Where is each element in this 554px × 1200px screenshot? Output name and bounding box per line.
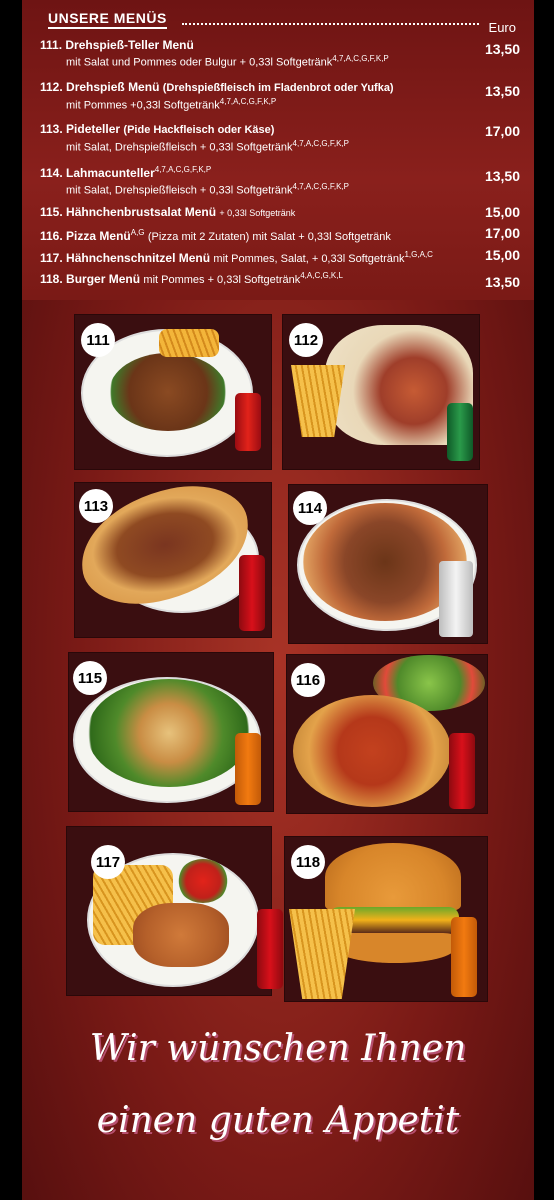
- chicken-salad-food: [87, 679, 251, 787]
- price: 15,00: [484, 204, 520, 220]
- photo-badge: 117: [91, 845, 125, 879]
- menu-item-111: 111. Drehspieß-Teller Menü mit Salat und…: [40, 38, 520, 69]
- photo-badge: 111: [81, 323, 115, 357]
- menu-item-117: 117. Hähnchenschnitzel Menü mit Pommes, …: [40, 247, 520, 265]
- pizza-food: [293, 695, 451, 807]
- photo-115: 115: [68, 652, 274, 812]
- photo-badge: 116: [291, 663, 325, 697]
- fries: [289, 909, 355, 999]
- photo-118: 118: [284, 836, 488, 1002]
- price: 13,50: [484, 41, 520, 57]
- menu-item-112: 112. Drehspieß Menü (Drehspießfleisch im…: [40, 80, 520, 112]
- photo-113: 113: [69, 474, 272, 638]
- photo-117: 117: [66, 826, 283, 996]
- photo-112: 112: [282, 314, 480, 470]
- coke-can: [449, 733, 475, 809]
- photo-badge: 113: [79, 489, 113, 523]
- fries: [159, 329, 219, 357]
- tomato-salad: [177, 859, 229, 903]
- sprite-can: [447, 403, 473, 461]
- menu-item-113: 113. Pideteller (Pide Hackfleisch oder K…: [40, 122, 520, 154]
- title-dots: [182, 23, 479, 25]
- coke-can: [239, 555, 265, 631]
- schnitzel-food: [133, 903, 229, 967]
- burger-bun: [325, 843, 461, 911]
- menu-page: UNSERE MENÜS Euro 111. Drehspieß-Teller …: [22, 0, 534, 1200]
- doner-food: [109, 353, 227, 431]
- photo-badge: 115: [73, 661, 107, 695]
- photo-116: 116: [286, 654, 488, 814]
- price: 13,50: [484, 83, 520, 99]
- menu-title: UNSERE MENÜS: [48, 10, 167, 29]
- photo-badge: 118: [291, 845, 325, 879]
- menu-item-116: 116. Pizza MenüA,G (Pizza mit 2 Zutaten)…: [40, 225, 520, 243]
- mezzo-mix-can: [235, 393, 261, 451]
- price: 17,00: [484, 225, 520, 241]
- price: 17,00: [484, 123, 520, 139]
- photo-badge: 114: [293, 491, 327, 525]
- closing-line-1: Wir wünschen Ihnen: [89, 1028, 467, 1069]
- photo-111: 111: [74, 314, 272, 470]
- menu-header: UNSERE MENÜS Euro 111. Drehspieß-Teller …: [22, 0, 534, 300]
- photo-badge: 112: [289, 323, 323, 357]
- currency-label: Euro: [488, 20, 516, 35]
- price: 15,00: [484, 247, 520, 263]
- burger-bottom: [335, 933, 455, 963]
- photo-114: 114: [288, 484, 488, 644]
- closing-line-2: einen guten Appetit: [96, 1100, 460, 1141]
- fanta-can: [235, 733, 261, 805]
- coke-can: [257, 909, 283, 989]
- price: 13,50: [484, 168, 520, 184]
- ayran-cup: [439, 561, 473, 637]
- menu-item-115: 115. Hähnchenbrustsalat Menü + 0,33l Sof…: [40, 204, 520, 220]
- price: 13,50: [484, 274, 520, 290]
- menu-item-118: 118. Burger Menü mit Pommes + 0,33l Soft…: [40, 271, 520, 290]
- menu-item-114: 114. Lahmacunteller4,7,A,C,G,F,K,P mit S…: [40, 165, 520, 197]
- fanta-can: [451, 917, 477, 997]
